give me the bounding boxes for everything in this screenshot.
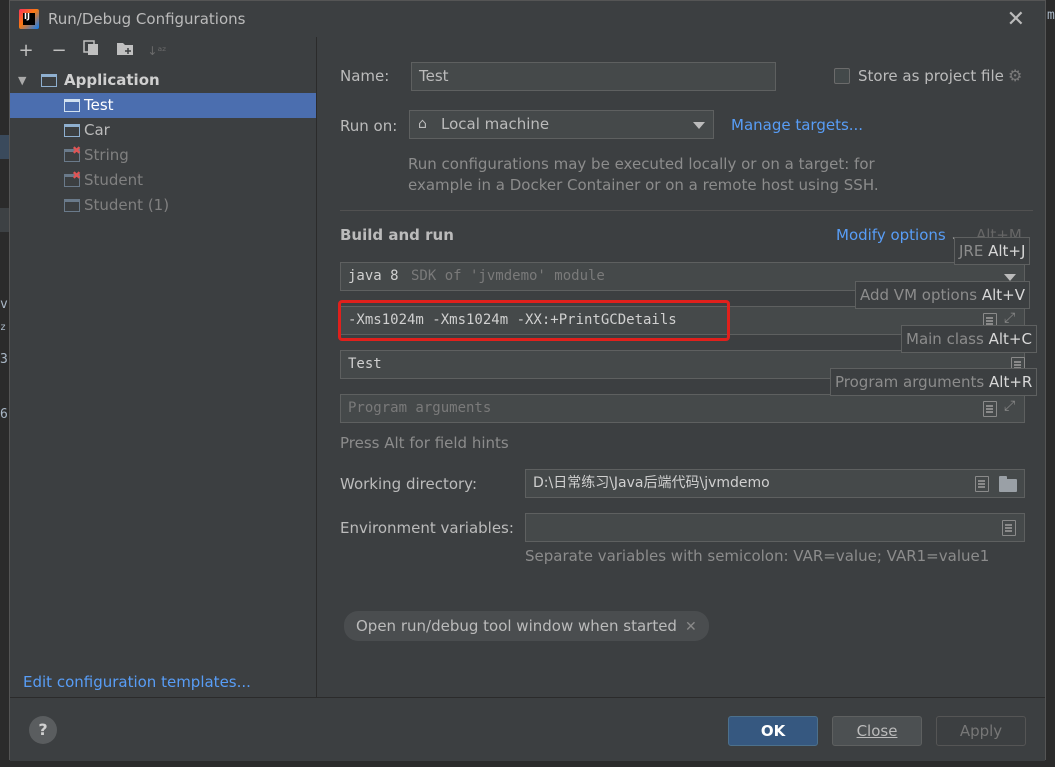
help-button[interactable]: ? xyxy=(29,716,57,744)
hint-name: JRE xyxy=(959,242,984,260)
tree-item-label: Test xyxy=(84,96,114,114)
chevron-down-icon xyxy=(693,122,705,129)
env-vars-label: Environment variables: xyxy=(340,519,514,537)
run-on-hint-line-2: example in a Docker Container or on a re… xyxy=(408,176,879,194)
hint-key: Alt+V xyxy=(981,286,1025,304)
chevron-down-icon xyxy=(1004,274,1016,281)
window-title: Run/Debug Configurations xyxy=(48,10,246,28)
tree-item-test[interactable]: Test xyxy=(10,93,316,118)
divider xyxy=(340,210,1033,211)
dialog-button-bar: ? OK Close Apply xyxy=(10,697,1045,761)
store-project-checkbox[interactable] xyxy=(834,68,850,84)
plus-icon[interactable]: + xyxy=(15,40,37,62)
logo-text: IJ xyxy=(24,12,30,21)
expand-icon[interactable]: ⤢ xyxy=(1004,398,1015,414)
name-label: Name: xyxy=(340,67,390,85)
config-form: Name: Test Store as project file ⚙ Run o… xyxy=(318,37,1046,697)
tree-item-student[interactable]: ✖ Student xyxy=(10,168,316,193)
sort-alpha-icon[interactable]: ↓ᵃᶻ xyxy=(146,40,168,62)
run-on-select[interactable]: ⌂ Local machine xyxy=(409,110,714,139)
minus-icon[interactable]: − xyxy=(48,40,70,62)
name-field[interactable]: Test xyxy=(411,62,776,91)
open-tool-window-chip[interactable]: Open run/debug tool window when started ✕ xyxy=(344,611,709,641)
background-text: v xyxy=(0,297,8,312)
run-debug-dialog: IJ Run/Debug Configurations ✕ + − ↓ᵃᶻ ▼ … xyxy=(9,0,1046,761)
tree-item-student-1[interactable]: Student (1) xyxy=(10,193,316,218)
hint-key: Alt+C xyxy=(988,330,1032,348)
vm-hint-popup: Add VM options Alt+V xyxy=(855,281,1030,309)
field-hints-text: Press Alt for field hints xyxy=(340,434,509,452)
close-icon[interactable]: ✕ xyxy=(685,619,697,635)
tree-item-string[interactable]: ✖ String xyxy=(10,143,316,168)
background-text: z xyxy=(0,322,7,333)
program-args-hint-popup: Program arguments Alt+R xyxy=(830,368,1038,396)
run-on-hint-line-1: Run configurations may be executed local… xyxy=(408,155,875,173)
title-bar: IJ Run/Debug Configurations ✕ xyxy=(10,1,1045,37)
hint-key: Alt+R xyxy=(989,373,1033,391)
modify-options-link[interactable]: Modify options ⌄ xyxy=(836,226,960,244)
intellij-logo-icon: IJ xyxy=(19,9,39,29)
tree-item-label: Student (1) xyxy=(84,196,170,214)
background-text: 3 xyxy=(0,352,8,367)
apply-button[interactable]: Apply xyxy=(936,716,1026,746)
run-on-label: Run on: xyxy=(340,117,398,135)
edit-templates-link[interactable]: Edit configuration templates... xyxy=(23,673,251,691)
manage-targets-link[interactable]: Manage targets... xyxy=(731,116,863,134)
copy-icon[interactable] xyxy=(80,40,102,62)
folder-icon[interactable] xyxy=(999,476,1017,492)
working-dir-label: Working directory: xyxy=(340,475,478,493)
config-tree-pane: + − ↓ᵃᶻ ▼ Application Test Car ✖ String … xyxy=(10,37,317,697)
jre-value: java 8 xyxy=(348,268,399,284)
config-tree: ▼ Application Test Car ✖ String ✖ Studen… xyxy=(10,68,316,218)
jre-description: SDK of 'jvmdemo' module xyxy=(411,268,605,284)
hint-name: Program arguments xyxy=(835,373,985,391)
chip-label: Open run/debug tool window when started xyxy=(356,617,677,635)
error-icon: ✖ xyxy=(72,169,82,182)
tree-toolbar: + − ↓ᵃᶻ xyxy=(10,37,316,67)
env-vars-hint: Separate variables with semicolon: VAR=v… xyxy=(525,547,990,565)
hint-name: Main class xyxy=(906,330,984,348)
error-icon: ✖ xyxy=(72,144,82,157)
edit-env-icon[interactable] xyxy=(1002,520,1016,536)
application-icon xyxy=(41,74,57,87)
background-text: m xyxy=(1047,8,1055,23)
hint-name: Add VM options xyxy=(860,286,978,304)
main-class-hint-popup: Main class Alt+C xyxy=(901,325,1037,353)
chevron-down-icon[interactable]: ▼ xyxy=(18,68,26,93)
close-icon[interactable]: ✕ xyxy=(1007,7,1025,32)
expand-icon[interactable]: ⤢ xyxy=(1004,310,1015,326)
tree-item-car[interactable]: Car xyxy=(10,118,316,143)
tree-group-application[interactable]: ▼ Application xyxy=(10,68,316,93)
tree-item-label: Car xyxy=(84,121,110,139)
run-config-icon xyxy=(64,199,80,212)
edit-text-icon[interactable] xyxy=(983,401,997,417)
tree-item-label: String xyxy=(84,146,129,164)
run-config-icon xyxy=(64,124,80,137)
tree-group-label: Application xyxy=(64,71,160,89)
program-args-field[interactable]: Program arguments xyxy=(340,394,1025,423)
env-vars-field[interactable] xyxy=(525,513,1025,542)
close-button[interactable]: Close xyxy=(832,716,922,746)
hint-key: Alt+J xyxy=(988,242,1026,260)
gear-icon[interactable]: ⚙ xyxy=(1008,66,1022,85)
ok-button[interactable]: OK xyxy=(728,716,818,746)
working-dir-field[interactable]: D:\日常练习\Java后端代码\jvmdemo xyxy=(525,469,1025,498)
build-run-title: Build and run xyxy=(340,226,454,244)
home-icon: ⌂ xyxy=(418,116,427,132)
store-project-label: Store as project file xyxy=(858,67,1004,85)
background-text: 6 xyxy=(0,407,8,422)
modify-options-label: Modify options xyxy=(836,226,946,244)
new-folder-icon[interactable] xyxy=(114,40,136,62)
highlight-box xyxy=(338,300,730,341)
jre-hint-popup: JRE Alt+J xyxy=(954,237,1031,265)
run-on-value: Local machine xyxy=(441,115,550,133)
macro-icon[interactable] xyxy=(975,476,989,492)
tree-item-label: Student xyxy=(84,171,144,189)
run-config-icon xyxy=(64,99,80,112)
